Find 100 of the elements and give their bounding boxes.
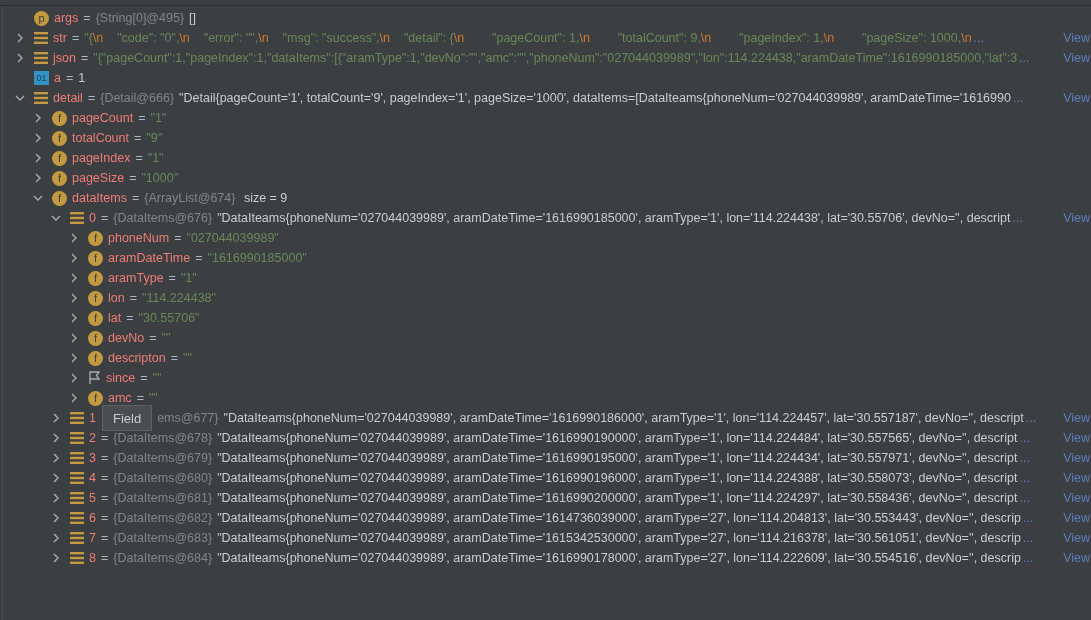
list-icon <box>70 212 84 224</box>
expand-chevron-icon[interactable] <box>15 33 25 43</box>
variable-value: "" <box>148 389 158 407</box>
field-icon: f <box>52 130 67 146</box>
view-link[interactable]: View <box>1063 88 1090 108</box>
variable-name: 6 <box>89 509 96 527</box>
expand-chevron-icon[interactable] <box>15 53 25 63</box>
variable-value: "DataIteams{phoneNum='027044039989', aramDateTime='1616990190000', aramType='1', lon='114.224484', lat='30.557565', devNo='', descript <box>217 429 1018 447</box>
variable-name: 3 <box>89 449 96 467</box>
variable-name: amc <box>108 389 132 407</box>
collapse-chevron-icon[interactable] <box>15 93 25 103</box>
variable-value: "{"pageCount":1,"pageIndex":1,"dataItems":[{"aramType":1,"devNo":"","amc":"","phoneNum":"027044039989","lon":114.224438,"aramDateTime":1616990185000,"lat":3 <box>93 49 1018 67</box>
variable-value: "DataIteams{phoneNum='027044039989', aramDateTime='1615342530000', aramType='27', lon='114.216378', lat='30.561051', devNo='', descrip <box>217 529 1021 547</box>
list-icon <box>70 552 84 564</box>
equals-sign: = <box>126 309 134 327</box>
variable-name: dataItems <box>72 189 127 207</box>
list-icon <box>70 412 84 424</box>
list-icon <box>34 52 48 64</box>
variable-name: aramType <box>108 269 164 287</box>
view-link[interactable]: View <box>1063 28 1090 48</box>
view-link[interactable]: View <box>1063 508 1090 528</box>
variable-name: devNo <box>108 329 145 347</box>
ellipsis: ... <box>1022 549 1034 567</box>
variable-value: "027044039989" <box>186 229 279 247</box>
view-link[interactable]: View <box>1063 488 1090 508</box>
object-type: {DataItems@676} <box>113 209 213 227</box>
object-type: {DataItems@678} <box>113 429 213 447</box>
variable-value: "DataIteams{phoneNum='027044039989', aramDateTime='1616990185000', aramType='1', lon='114.224438', lat='30.55706', devNo='', descript <box>217 209 1011 227</box>
field-icon: f <box>52 110 67 126</box>
expand-chevron-icon[interactable] <box>69 313 79 323</box>
ellipsis: ... <box>1012 209 1023 227</box>
view-link[interactable]: View <box>1063 208 1090 228</box>
expand-chevron-icon[interactable] <box>51 453 61 463</box>
view-link[interactable]: View <box>1063 528 1090 548</box>
expand-chevron-icon[interactable] <box>33 133 43 143</box>
view-link[interactable]: View <box>1063 468 1090 488</box>
expand-chevron-icon[interactable] <box>69 273 79 283</box>
expand-chevron-icon[interactable] <box>33 153 43 163</box>
expand-chevron-icon[interactable] <box>51 433 61 443</box>
object-type: ems@677} <box>157 409 219 427</box>
variable-name: pageIndex <box>72 149 131 167</box>
expand-chevron-icon[interactable] <box>51 553 61 563</box>
ellipsis: ... <box>1025 409 1037 427</box>
variable-value: "" <box>183 349 192 367</box>
expand-chevron-icon[interactable] <box>51 533 61 543</box>
variable-value: [] <box>189 9 197 27</box>
expand-chevron-icon[interactable] <box>69 393 79 403</box>
variable-name: lat <box>108 309 122 327</box>
variable-name: since <box>106 369 136 387</box>
variable-name: detail <box>53 89 83 107</box>
field-icon: f <box>52 170 67 186</box>
ellipsis: ... <box>1019 489 1030 507</box>
expand-chevron-icon[interactable] <box>51 513 61 523</box>
expand-chevron-icon[interactable] <box>33 113 43 123</box>
equals-sign: = <box>140 369 148 387</box>
variable-name: str <box>53 29 67 47</box>
equals-sign: = <box>100 489 109 507</box>
view-link[interactable]: View <box>1063 428 1090 448</box>
variable-value: size = 9 <box>242 189 288 207</box>
object-type: {DataItems@680} <box>113 469 213 487</box>
field-icon: f <box>52 150 67 166</box>
equals-sign: = <box>87 89 96 107</box>
flag-icon <box>88 371 101 385</box>
collapse-chevron-icon[interactable] <box>33 193 43 203</box>
view-link[interactable]: View <box>1063 548 1090 568</box>
equals-sign: = <box>129 289 137 307</box>
expand-chevron-icon[interactable] <box>33 173 43 183</box>
object-type: {DataItems@681} <box>113 489 213 507</box>
view-link[interactable]: View <box>1063 448 1090 468</box>
variable-value: "" <box>161 329 171 347</box>
expand-chevron-icon[interactable] <box>69 333 79 343</box>
variable-name: phoneNum <box>108 229 170 247</box>
variable-value: "1" <box>180 269 197 287</box>
expand-chevron-icon[interactable] <box>69 353 79 363</box>
object-type: {Detail@666} <box>100 89 175 107</box>
expand-chevron-icon[interactable] <box>69 253 79 263</box>
expand-chevron-icon[interactable] <box>69 233 79 243</box>
view-link[interactable]: View <box>1063 408 1090 428</box>
equals-sign: = <box>195 249 203 267</box>
equals-sign: = <box>83 9 91 27</box>
object-type: {ArrayList@674} <box>144 189 236 207</box>
object-type: {DataItems@683} <box>113 529 213 547</box>
collapse-chevron-icon[interactable] <box>51 213 61 223</box>
equals-sign: = <box>71 29 80 47</box>
view-link[interactable]: View <box>1063 48 1090 68</box>
variable-name: 8 <box>89 549 96 567</box>
expand-chevron-icon[interactable] <box>51 473 61 483</box>
ellipsis: ... <box>1022 509 1034 527</box>
expand-chevron-icon[interactable] <box>51 493 61 503</box>
equals-sign: = <box>100 549 109 567</box>
variable-name: 4 <box>89 469 96 487</box>
variable-name: lon <box>108 289 125 307</box>
field-icon: f <box>88 230 103 246</box>
variable-value: "30.55706" <box>138 309 200 327</box>
ellipsis: ... <box>1022 529 1034 547</box>
expand-chevron-icon[interactable] <box>51 413 61 423</box>
variable-name: 7 <box>89 529 96 547</box>
expand-chevron-icon[interactable] <box>69 293 79 303</box>
ellipsis: ... <box>1019 49 1030 67</box>
expand-chevron-icon[interactable] <box>69 373 79 383</box>
